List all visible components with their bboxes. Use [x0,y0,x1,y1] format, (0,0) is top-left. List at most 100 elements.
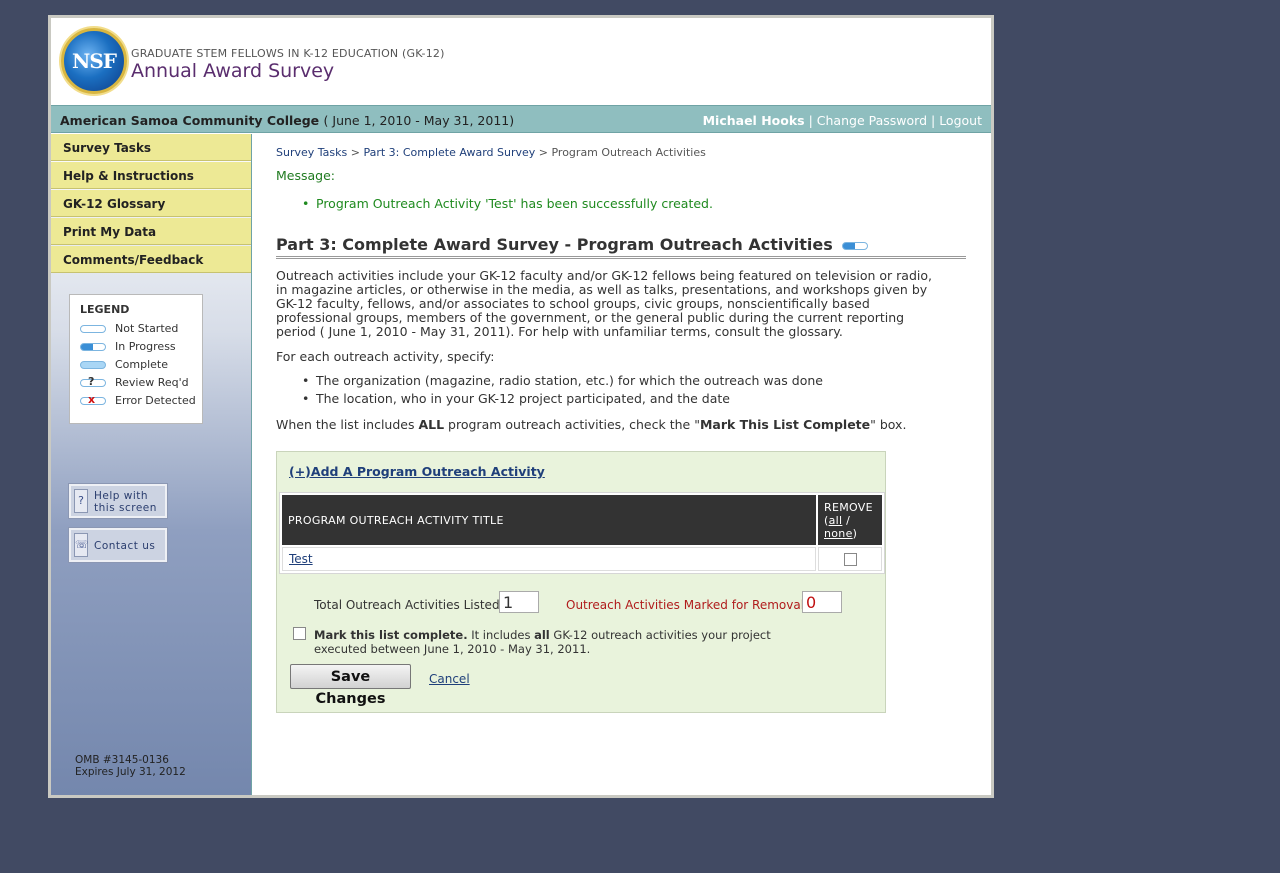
instruction-mid: program outreach activities, check the " [444,417,700,432]
removal-count-label: Outreach Activities Marked for Removal: [566,598,809,612]
help-with-screen-button[interactable]: ? Help with this screen [69,484,167,518]
nav-help-instructions[interactable]: Help & Instructions [51,162,251,189]
error-mark: x [88,393,96,406]
mark-complete-label: Mark this list complete. It includes all… [314,628,794,656]
review-mark: ? [88,375,95,388]
phone-icon: ☏ [74,533,89,557]
table-row: Test [282,547,882,571]
contact-us-button[interactable]: ☏ Contact us [69,528,167,562]
breadcrumb: Survey Tasks > Part 3: Complete Award Su… [276,146,706,159]
save-changes-button[interactable]: Save Changes [290,664,411,707]
legend-review: ? Review Req'd [80,375,202,394]
mark-complete-text1: It includes [467,628,535,642]
not-started-icon [80,325,106,333]
mark-complete-checkbox[interactable] [293,627,306,640]
activities-panel: (+)Add A Program Outreach Activity PROGR… [276,451,886,713]
activity-title-cell: Test [282,547,816,571]
header: NSF GRADUATE STEM FELLOWS IN K-12 EDUCAT… [51,18,991,104]
slash: / [842,513,851,527]
nav-comments-feedback[interactable]: Comments/Feedback [51,246,251,273]
status-legend: LEGEND Not Started In Progress Complete … [69,294,203,424]
page-frame: NSF GRADUATE STEM FELLOWS IN K-12 EDUCAT… [48,15,994,798]
omb-number: OMB #3145-0136 [75,754,169,766]
survey-title: Annual Award Survey [131,60,335,82]
user-links: Michael Hooks | Change Password | Logout [703,113,982,128]
legend-label: Not Started [115,322,179,335]
user-name: Michael Hooks [702,113,805,128]
activity-title-link[interactable]: Test [289,552,313,566]
page-title: Part 3: Complete Award Survey - Program … [276,235,966,259]
logo-text: NSF [72,49,117,73]
sidebar: Survey Tasks Help & Instructions GK-12 G… [51,134,252,795]
omb-info: OMB #3145-0136 Expires July 31, 2012 [75,754,186,778]
help-label-line1: Help with [94,490,149,502]
help-icon: ? [74,489,88,513]
legend-error: x Error Detected [80,393,202,412]
legend-not-started: Not Started [80,322,202,340]
mark-complete-bold: Mark this list complete. [314,628,468,642]
breadcrumb-part3[interactable]: Part 3: Complete Award Survey [363,146,535,159]
remove-checkbox[interactable] [843,553,857,566]
list-item: The organization (magazine, radio statio… [302,373,823,388]
instruction-post: " box. [870,417,907,432]
page-title-text: Part 3: Complete Award Survey - Program … [276,235,833,254]
table-header-row: PROGRAM OUTREACH ACTIVITY TITLE REMOVE (… [282,495,882,545]
instruction-pre: When the list includes [276,417,419,432]
instruction-text: When the list includes ALL program outre… [276,417,906,432]
organization-name: American Samoa Community College [60,113,320,128]
column-header-remove: REMOVE (all / none) [818,495,882,545]
remove-all-link[interactable]: all [829,514,843,527]
help-button-label: Help with this screen [94,490,157,514]
in-progress-icon [80,343,106,351]
add-activity-link[interactable]: (+)Add A Program Outreach Activity [289,464,545,479]
list-item: The location, who in your GK-12 project … [302,391,730,406]
logout-link[interactable]: Logout [939,113,982,128]
removal-count-field: 0 [802,591,842,613]
specify-text: For each outreach activity, specify: [276,349,495,364]
legend-label: Review Req'd [115,376,189,389]
in-progress-icon [842,242,869,250]
legend-title: LEGEND [80,303,130,316]
reporting-period: ( June 1, 2010 - May 31, 2011) [323,113,515,128]
help-label-line2: this screen [94,502,157,514]
remove-none-link[interactable]: none [824,527,853,540]
page-inner: NSF GRADUATE STEM FELLOWS IN K-12 EDUCAT… [51,18,991,795]
intro-paragraph: Outreach activities include your GK-12 f… [276,268,932,339]
omb-expires: Expires July 31, 2012 [75,766,186,778]
cancel-link[interactable]: Cancel [429,672,470,686]
nav-print-my-data[interactable]: Print My Data [51,218,251,245]
change-password-link[interactable]: Change Password [817,113,927,128]
breadcrumb-separator: > [350,146,360,159]
message-label: Message: [276,168,335,183]
separator: | [930,113,936,128]
legend-in-progress: In Progress [80,340,202,358]
nav-glossary[interactable]: GK-12 Glossary [51,190,251,217]
legend-label: Error Detected [115,394,196,407]
review-required-icon: ? [80,375,106,388]
total-activities-label: Total Outreach Activities Listed: [314,598,504,612]
column-header-title: PROGRAM OUTREACH ACTIVITY TITLE [282,495,816,545]
info-bar: American Samoa Community College ( June … [51,105,991,133]
organization-info: American Samoa Community College ( June … [60,113,514,128]
breadcrumb-separator: > [538,146,548,159]
legend-label: Complete [115,358,169,371]
activities-table: PROGRAM OUTREACH ACTIVITY TITLE REMOVE (… [279,492,885,574]
contact-button-label: Contact us [94,540,156,552]
success-message: Program Outreach Activity 'Test' has bee… [302,196,713,211]
instruction-mark: Mark This List Complete [699,417,871,432]
instruction-all: ALL [418,417,445,432]
legend-label: In Progress [115,340,176,353]
breadcrumb-survey-tasks[interactable]: Survey Tasks [276,146,347,159]
breadcrumb-current: Program Outreach Activities [551,146,706,159]
nsf-logo: NSF [61,28,127,94]
legend-complete: Complete [80,358,202,376]
remove-cell [818,547,882,571]
complete-icon [80,361,106,369]
nav-survey-tasks[interactable]: Survey Tasks [51,134,251,161]
remove-header-label: REMOVE [824,500,873,514]
separator: | [808,113,813,128]
total-activities-field: 1 [499,591,539,613]
program-title: GRADUATE STEM FELLOWS IN K-12 EDUCATION … [131,47,445,60]
error-detected-icon: x [80,393,106,406]
mark-complete-all: all [534,628,550,642]
